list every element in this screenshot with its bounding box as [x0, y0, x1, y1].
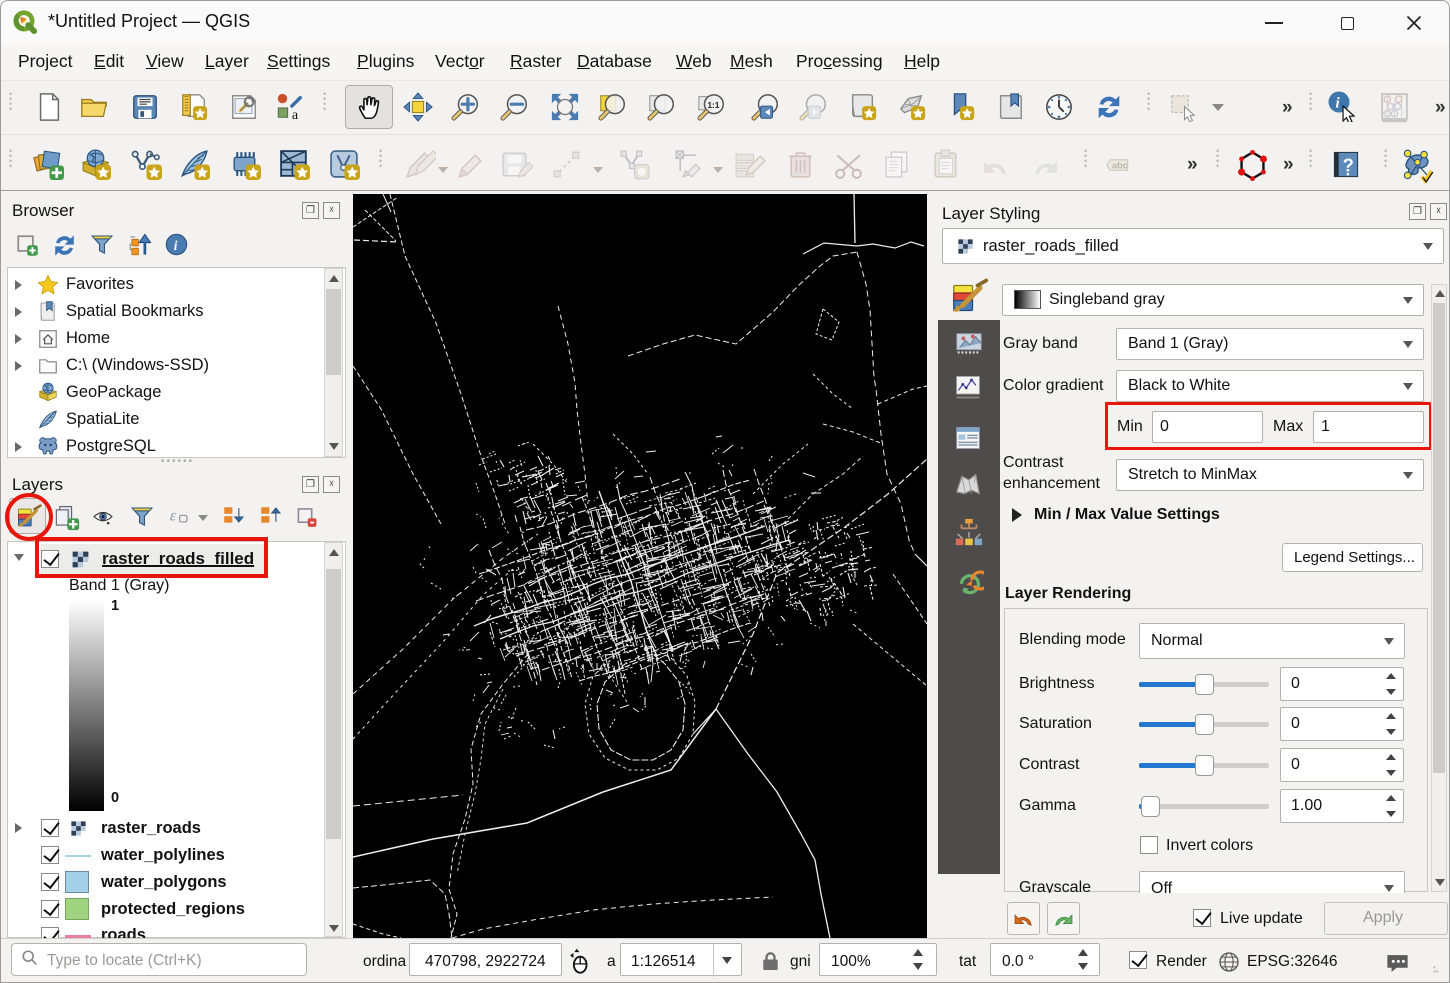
svg-text:a: a	[292, 107, 299, 122]
svg-text:1:1: 1:1	[707, 100, 719, 110]
svg-text:i: i	[174, 238, 178, 253]
svg-text:?: ?	[1343, 154, 1354, 175]
svg-text:abc: abc	[1112, 161, 1128, 171]
svg-text:ε: ε	[170, 506, 177, 524]
